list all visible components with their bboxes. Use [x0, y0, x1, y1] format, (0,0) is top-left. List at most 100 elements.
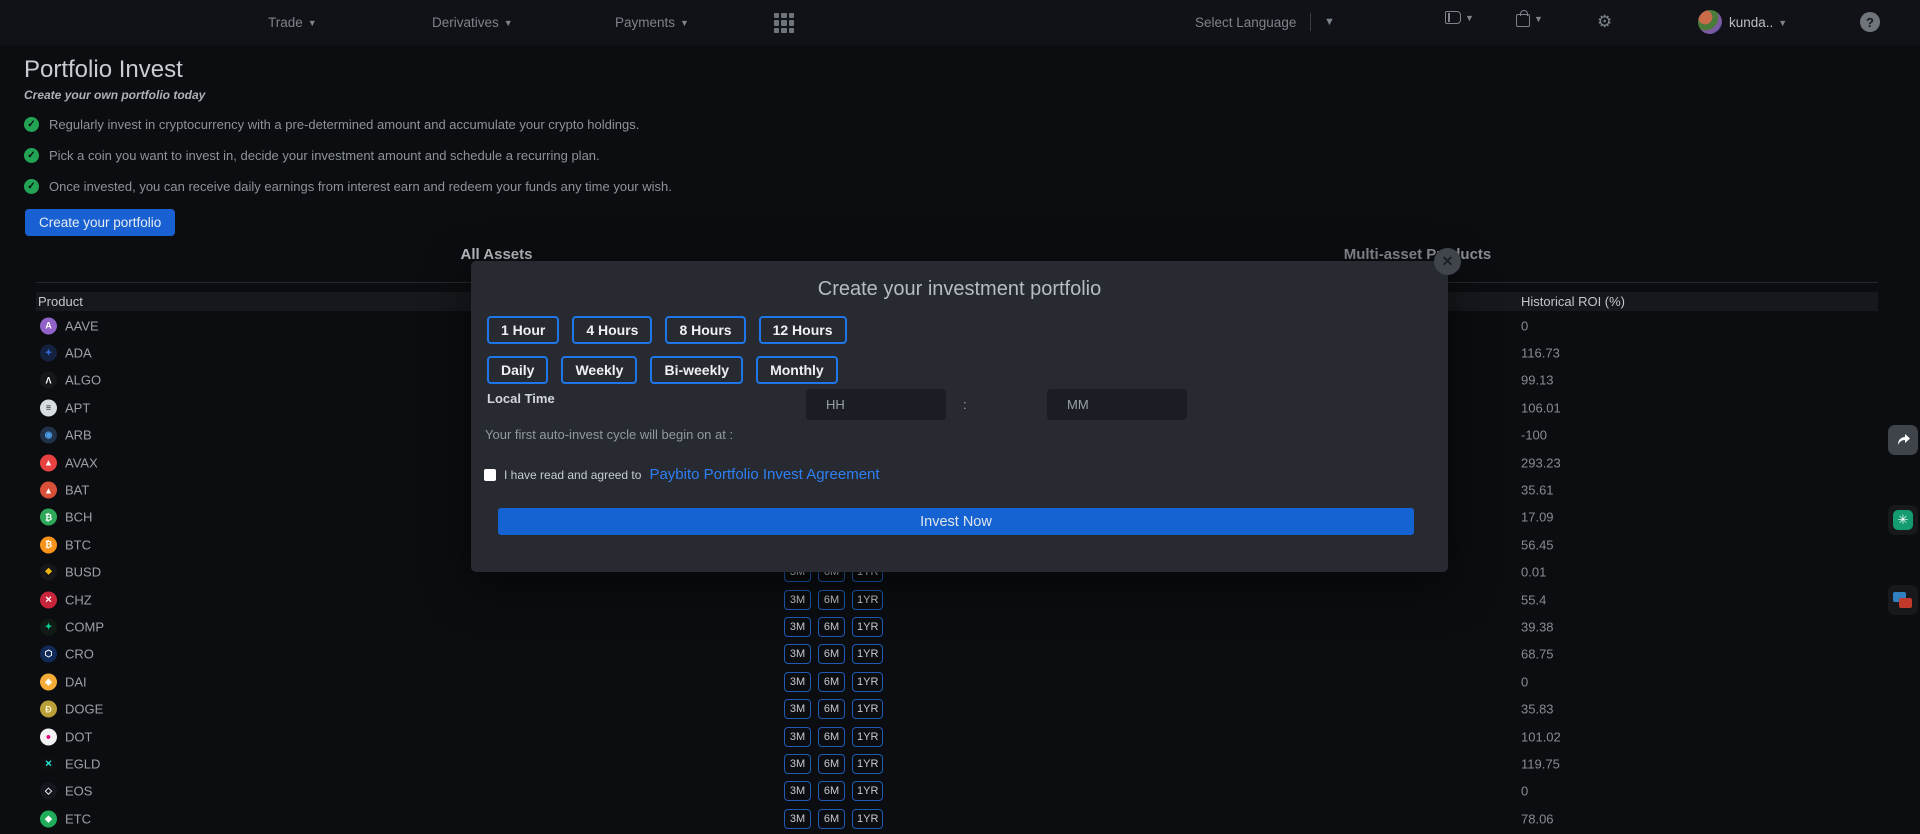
frequency-monthly[interactable]: Monthly	[756, 356, 838, 384]
apps-grid-icon[interactable]	[774, 13, 794, 33]
period-button-3m[interactable]: 3M	[784, 617, 811, 637]
table-row[interactable]: Ð DOGE 3M6M1YR 35.83	[36, 695, 1878, 722]
bullet-text: Regularly invest in cryptocurrency with …	[49, 117, 639, 132]
coin-icon: ⬡	[40, 646, 57, 663]
period-button-6m[interactable]: 6M	[818, 590, 845, 610]
frequency-weekly[interactable]: Weekly	[561, 356, 637, 384]
roi-value: 0.01	[1521, 565, 1546, 580]
table-row[interactable]: ◇ EOS 3M6M1YR 0	[36, 778, 1878, 805]
period-button-6m[interactable]: 6M	[818, 754, 845, 774]
nav-derivatives[interactable]: Derivatives ▼	[432, 0, 513, 45]
table-row[interactable]: ✕ CHZ 3M6M1YR 55.4	[36, 586, 1878, 613]
coin-icon: ₿	[40, 536, 57, 553]
coin-name: CHZ	[65, 592, 92, 607]
coin-icon: ▲	[40, 482, 57, 499]
invest-now-button[interactable]: Invest Now	[498, 508, 1414, 535]
wallet-menu[interactable]: ▼	[1516, 11, 1543, 27]
period-button-6m[interactable]: 6M	[818, 699, 845, 719]
duration-1-hour[interactable]: 1 Hour	[487, 316, 559, 344]
coin-icon: ✦	[40, 345, 57, 362]
orders-menu[interactable]: ▼	[1445, 11, 1474, 24]
period-button-3m[interactable]: 3M	[784, 644, 811, 664]
table-row[interactable]: ✦ COMP 3M6M1YR 39.38	[36, 613, 1878, 640]
period-button-3m[interactable]: 3M	[784, 754, 811, 774]
user-avatar[interactable]	[1698, 10, 1722, 34]
period-button-6m[interactable]: 6M	[818, 809, 845, 829]
coin-name: AAVE	[65, 318, 99, 333]
period-button-1yr[interactable]: 1YR	[852, 809, 883, 829]
period-button-6m[interactable]: 6M	[818, 781, 845, 801]
close-icon[interactable]: ✕	[1434, 248, 1461, 275]
roi-value: 35.61	[1521, 483, 1554, 498]
local-time-label: Local Time	[487, 391, 555, 406]
table-row[interactable]: ◆ ETC 3M6M1YR 78.06	[36, 805, 1878, 832]
table-row[interactable]: ⬡ CRO 3M 6M 1YR 68.75	[36, 641, 1878, 668]
minute-input[interactable]	[1047, 389, 1187, 420]
coin-cell: ₿ BTC	[40, 536, 91, 553]
period-button-6m[interactable]: 6M	[818, 644, 845, 664]
nav-trade[interactable]: Trade ▼	[268, 0, 317, 45]
agreement-link[interactable]: Paybito Portfolio Invest Agreement	[649, 466, 879, 483]
period-button-3m[interactable]: 3M	[784, 809, 811, 829]
period-button-1yr[interactable]: 1YR	[852, 672, 883, 692]
agreement-checkbox[interactable]	[484, 469, 496, 481]
period-button-3m[interactable]: 3M	[784, 781, 811, 801]
period-button-3m[interactable]: 3M	[784, 672, 811, 692]
period-button-3m[interactable]: 3M	[784, 727, 811, 747]
chat-widget-icon[interactable]	[1888, 585, 1918, 615]
coin-name: COMP	[65, 619, 104, 634]
coin-icon: Λ	[40, 372, 57, 389]
table-row[interactable]: ✕ EGLD 3M6M1YR 119.75	[36, 750, 1878, 777]
period-button-3m[interactable]: 3M	[784, 699, 811, 719]
table-row[interactable]: ● DOT 3M6M1YR 101.02	[36, 723, 1878, 750]
select-language[interactable]: Select Language	[1195, 0, 1296, 45]
coin-name: BTC	[65, 537, 91, 552]
roi-value: -100	[1521, 428, 1547, 443]
settings-gear-icon[interactable]: ⚙	[1597, 12, 1612, 32]
period-button-6m[interactable]: 6M	[818, 617, 845, 637]
assistant-widget-icon[interactable]: ✳	[1888, 505, 1918, 535]
coin-name: EOS	[65, 784, 92, 799]
period-button-1yr[interactable]: 1YR	[852, 644, 883, 664]
coin-cell: ✦ ADA	[40, 345, 92, 362]
period-button-3m[interactable]: 3M	[784, 590, 811, 610]
duration-12-hours[interactable]: 12 Hours	[759, 316, 847, 344]
period-button-1yr[interactable]: 1YR	[852, 699, 883, 719]
chevron-down-icon: ▼	[504, 18, 513, 28]
auto-invest-begin-text: Your first auto-invest cycle will begin …	[485, 427, 733, 442]
user-menu[interactable]: kunda.. ▼	[1729, 0, 1787, 45]
chevron-down-icon: ▼	[308, 18, 317, 28]
help-icon[interactable]: ?	[1860, 12, 1880, 32]
share-widget-icon[interactable]	[1888, 425, 1918, 455]
period-button-6m[interactable]: 6M	[818, 727, 845, 747]
period-button-6m[interactable]: 6M	[818, 672, 845, 692]
period-buttons: 3M 6M 1YR	[784, 727, 883, 747]
duration-8-hours[interactable]: 8 Hours	[665, 316, 745, 344]
frequency-daily[interactable]: Daily	[487, 356, 548, 384]
book-icon	[1445, 11, 1461, 24]
period-button-1yr[interactable]: 1YR	[852, 590, 883, 610]
coin-name: ADA	[65, 346, 92, 361]
period-button-1yr[interactable]: 1YR	[852, 781, 883, 801]
create-portfolio-button[interactable]: Create your portfolio	[25, 209, 175, 236]
duration-4-hours[interactable]: 4 Hours	[572, 316, 652, 344]
time-colon: :	[963, 397, 967, 412]
coin-icon: ◈	[40, 673, 57, 690]
period-buttons: 3M 6M 1YR	[784, 699, 883, 719]
language-dropdown-icon[interactable]: ▼	[1324, 16, 1335, 28]
hour-input[interactable]	[806, 389, 946, 420]
roi-value: 293.23	[1521, 455, 1561, 470]
coin-cell: A AAVE	[40, 317, 99, 334]
table-row[interactable]: ◈ DAI 3M6M1YR 0	[36, 668, 1878, 695]
coin-icon: ❖	[40, 564, 57, 581]
roi-value: 68.75	[1521, 647, 1554, 662]
column-product: Product	[38, 294, 83, 309]
period-buttons: 3M 6M 1YR	[784, 644, 883, 664]
frequency-biweekly[interactable]: Bi-weekly	[650, 356, 743, 384]
coin-name: CRO	[65, 647, 94, 662]
period-button-1yr[interactable]: 1YR	[852, 754, 883, 774]
period-button-1yr[interactable]: 1YR	[852, 727, 883, 747]
coin-cell: ❖ BUSD	[40, 564, 101, 581]
nav-payments[interactable]: Payments ▼	[615, 0, 689, 45]
period-button-1yr[interactable]: 1YR	[852, 617, 883, 637]
